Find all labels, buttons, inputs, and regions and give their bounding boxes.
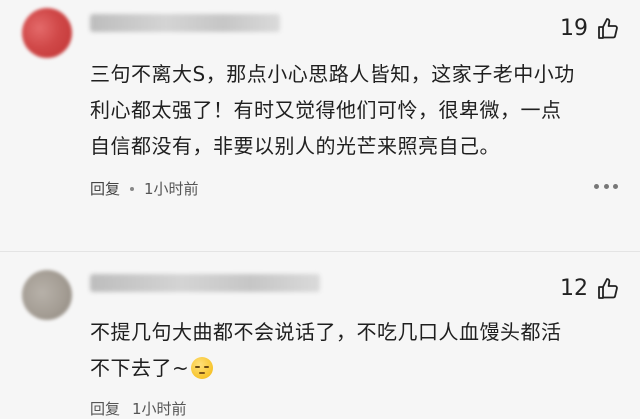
pleading-face-emoji <box>191 357 214 379</box>
comment-text-line: 利心都太强了！有时又觉得他们可怜，很卑微，一点 <box>90 98 562 122</box>
more-dots-icon[interactable] <box>594 184 618 190</box>
comment-text: 不提几句大曲都不会说话了，不吃几口人血馒头都活 不下去了~ <box>90 314 612 386</box>
comment-text-line: 不提几句大曲都不会说话了，不吃几口人血馒头都活 <box>90 320 562 344</box>
like-count: 19 <box>560 16 588 41</box>
username-blurred[interactable] <box>90 14 280 32</box>
comment-item: 19 三句不离大S，那点小心思路人皆知，这家子老中小功 利心都太强了！有时又觉得… <box>0 0 640 252</box>
like-button[interactable]: 12 <box>560 276 620 301</box>
thumbs-up-icon <box>598 17 618 39</box>
avatar[interactable] <box>22 8 72 58</box>
timestamp: 1小时前 <box>144 180 199 198</box>
reply-button[interactable]: 回复 <box>90 398 120 419</box>
comment-text-line: 三句不离大S，那点小心思路人皆知，这家子老中小功 <box>90 62 575 86</box>
username-blurred[interactable] <box>90 274 320 292</box>
thumbs-up-icon <box>598 277 618 299</box>
like-button[interactable]: 19 <box>560 16 620 41</box>
comment-text-line: 自信都没有，非要以别人的光芒来照亮自己。 <box>90 134 500 158</box>
comment-text-line: 不下去了~ <box>90 350 612 386</box>
like-count: 12 <box>560 276 588 301</box>
comment-meta: 回复 1小时前 <box>90 178 199 199</box>
reply-button[interactable]: 回复 <box>90 178 120 199</box>
avatar[interactable] <box>22 270 72 320</box>
comment-text-fragment: 不下去了~ <box>90 356 190 380</box>
comment-item: 12 不提几句大曲都不会说话了，不吃几口人血馒头都活 不下去了~ 回复 1小时前 <box>0 252 640 418</box>
separator-dot <box>130 186 135 191</box>
timestamp: 1小时前 <box>132 400 187 418</box>
comment-meta: 回复 1小时前 <box>90 398 187 419</box>
comment-text: 三句不离大S，那点小心思路人皆知，这家子老中小功 利心都太强了！有时又觉得他们可… <box>90 56 612 164</box>
